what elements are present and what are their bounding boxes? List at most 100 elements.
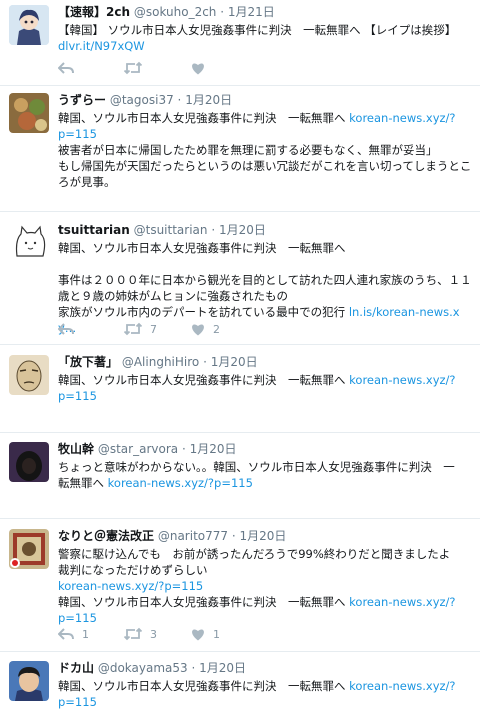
handle[interactable]: @narito777 bbox=[158, 529, 228, 543]
retweet-count: 7 bbox=[150, 322, 157, 336]
avatar[interactable] bbox=[9, 442, 49, 482]
like-icon bbox=[192, 324, 204, 335]
tweet-text-line: 裁判になっただけめずらしい bbox=[58, 563, 208, 577]
tweet-text: 韓国、ソウル市日本人女児強姦事件に判決 一転無罪へ 事件は２０００年に日本から観… bbox=[58, 240, 472, 336]
timestamp[interactable]: 1月20日 bbox=[219, 223, 266, 237]
tweet-text: 警察に駆け込んでも お前が誘ったんだろうで99%終わりだと聞きましたよ 裁判にな… bbox=[58, 546, 472, 626]
avatar[interactable] bbox=[9, 93, 49, 133]
tweet: ドカ山 @dokayama53 · 1月20日 韓国、ソウル市日本人女児強姦事件… bbox=[0, 652, 480, 709]
retweet-button[interactable] bbox=[124, 60, 142, 76]
tweet: うずらー @tagosi37 · 1月20日 韓国、ソウル市日本人女児強姦事件に… bbox=[0, 86, 480, 212]
reply-button[interactable] bbox=[58, 60, 74, 76]
tweet: 牧山幹 @star_arvora · 1月20日 ちょっと意味がわからない。。韓… bbox=[0, 433, 480, 519]
avatar-anime-girl-image bbox=[9, 5, 49, 45]
retweet-button[interactable]: 3 bbox=[124, 626, 157, 642]
tweet-text: 韓国、ソウル市日本人女児強姦事件に判決 一転無罪へ korean-news.xy… bbox=[58, 110, 472, 190]
retweet-count: 3 bbox=[150, 627, 157, 641]
separator-dot: · bbox=[211, 223, 216, 237]
tweet-link[interactable]: korean-news.xyz/? bbox=[349, 111, 455, 125]
tweet-text-line: 韓国、ソウル市日本人女児強姦事件に判決 一転無罪へ bbox=[58, 373, 346, 387]
retweet-button[interactable]: 7 bbox=[124, 321, 157, 337]
tweet-text-line: ちょっと意味がわからない。。韓国、ソウル市日本人女児強姦事件に判決 一 bbox=[58, 460, 455, 474]
timestamp[interactable]: 1月20日 bbox=[185, 93, 232, 107]
tweet-link[interactable]: korean-news.xyz/? bbox=[349, 373, 455, 387]
tweet: なりと＠憲法改正 @narito777 · 1月20日 警察に駆け込んでも お前… bbox=[0, 519, 480, 652]
tweet-header: 「放下著」 @AlinghiHiro · 1月20日 bbox=[58, 354, 472, 370]
reply-icon bbox=[58, 62, 74, 74]
timestamp[interactable]: 1月20日 bbox=[199, 661, 246, 675]
avatar-food-image bbox=[9, 93, 49, 133]
tweet-text-line: もし帰国先が天国だったらというのは悪い冗談だがこれを言い切ってしまうところが見事… bbox=[58, 159, 472, 189]
reply-button[interactable] bbox=[58, 321, 82, 337]
tweet-text: 韓国、ソウル市日本人女児強姦事件に判決 一転無罪へ korean-news.xy… bbox=[58, 678, 472, 710]
separator-dot: · bbox=[177, 93, 182, 107]
avatar[interactable] bbox=[9, 661, 49, 701]
display-name[interactable]: なりと＠憲法改正 bbox=[58, 529, 154, 543]
retweet-icon bbox=[124, 322, 142, 336]
tweet-text-line: 被害者が日本に帰国したため罪を無理に罰する必要もなく、無罪が妥当」 bbox=[58, 143, 438, 157]
separator-dot: · bbox=[191, 661, 196, 675]
avatar-hooded-figure-image bbox=[9, 442, 49, 482]
tweet-header: 牧山幹 @star_arvora · 1月20日 bbox=[58, 441, 472, 457]
display-name[interactable]: 【速報】2ch bbox=[58, 5, 130, 19]
handle[interactable]: @AlinghiHiro bbox=[122, 355, 199, 369]
tweet-link-continued[interactable]: p=115 bbox=[58, 127, 97, 141]
avatar[interactable] bbox=[9, 529, 49, 569]
display-name[interactable]: ドカ山 bbox=[58, 661, 94, 675]
like-icon bbox=[192, 629, 204, 640]
avatar-sketch-face-image bbox=[9, 355, 49, 395]
tweet-text-line: 警察に駆け込んでも お前が誘ったんだろうで99%終わりだと聞きましたよ bbox=[58, 547, 451, 561]
tweet: 「放下著」 @AlinghiHiro · 1月20日 韓国、ソウル市日本人女児強… bbox=[0, 345, 480, 433]
reply-icon bbox=[58, 323, 74, 335]
separator-dot: · bbox=[231, 529, 236, 543]
tweet-text-line: 【韓国】 ソウル市日本人女児強姦事件に判決 一転無罪へ 【レイプは挨拶】 bbox=[58, 23, 457, 37]
handle[interactable]: @star_arvora bbox=[98, 442, 178, 456]
timestamp[interactable]: 1月21日 bbox=[228, 5, 275, 19]
display-name[interactable]: うずらー bbox=[58, 93, 106, 107]
handle[interactable]: @tsuittarian bbox=[134, 223, 208, 237]
tweet-link[interactable]: korean-news.xyz/? bbox=[349, 595, 455, 609]
display-name[interactable]: 牧山幹 bbox=[58, 442, 94, 456]
handle[interactable]: @tagosi37 bbox=[110, 93, 174, 107]
avatar-stamp-image bbox=[9, 529, 49, 569]
avatar[interactable] bbox=[9, 355, 49, 395]
reply-button[interactable]: 1 bbox=[58, 626, 89, 642]
display-name[interactable]: tsuittarian bbox=[58, 223, 130, 237]
display-name[interactable]: 「放下著」 bbox=[58, 355, 118, 369]
tweet-text-line: 韓国、ソウル市日本人女児強姦事件に判決 一転無罪へ bbox=[58, 241, 346, 255]
avatar-cat-drawing-image bbox=[9, 222, 49, 262]
timestamp[interactable]: 1月20日 bbox=[190, 442, 237, 456]
avatar[interactable] bbox=[9, 222, 49, 262]
like-icon bbox=[192, 63, 204, 74]
tweet-link-continued[interactable]: p=115 bbox=[58, 695, 97, 709]
like-button[interactable]: 1 bbox=[191, 626, 220, 642]
like-button[interactable] bbox=[191, 60, 205, 76]
tweet-header: ドカ山 @dokayama53 · 1月20日 bbox=[58, 660, 472, 676]
tweet-header: うずらー @tagosi37 · 1月20日 bbox=[58, 92, 472, 108]
avatar-anime-man-image bbox=[9, 661, 49, 701]
like-button[interactable]: 2 bbox=[191, 321, 220, 337]
handle[interactable]: @sokuho_2ch bbox=[134, 5, 217, 19]
tweet-text-line: 韓国、ソウル市日本人女児強姦事件に判決 一転無罪へ bbox=[58, 679, 346, 693]
tweet-text-line: 転無罪へ bbox=[58, 476, 104, 490]
reply-count: 1 bbox=[82, 627, 89, 641]
tweet-text: 【韓国】 ソウル市日本人女児強姦事件に判決 一転無罪へ 【レイプは挨拶】 dlv… bbox=[58, 22, 472, 54]
tweet-link[interactable]: korean-news.xyz/?p=115 bbox=[58, 579, 203, 593]
tweet-link[interactable]: korean-news.xyz/?p=115 bbox=[108, 476, 253, 490]
reply-icon bbox=[58, 628, 74, 640]
avatar[interactable] bbox=[9, 5, 49, 45]
timestamp[interactable]: 1月20日 bbox=[240, 529, 287, 543]
tweet: 【速報】2ch @sokuho_2ch · 1月21日 【韓国】 ソウル市日本人… bbox=[0, 0, 480, 86]
tweet-text-line: 韓国、ソウル市日本人女児強姦事件に判決 一転無罪へ bbox=[58, 595, 346, 609]
tweet-text-line: 家族がソウル市内のデパートを訪れている最中での犯行 bbox=[58, 305, 346, 319]
separator-dot: · bbox=[220, 5, 225, 19]
tweet-link[interactable]: dlvr.it/N97xQW bbox=[58, 39, 145, 53]
tweet-text: 韓国、ソウル市日本人女児強姦事件に判決 一転無罪へ korean-news.xy… bbox=[58, 372, 472, 404]
tweet-link[interactable]: korean-news.xyz/? bbox=[349, 679, 455, 693]
tweet-text-paragraph: 事件は２０００年に日本から観光を目的として訪れた四人連れ家族のうち、１１歳と９歳… bbox=[58, 273, 472, 303]
tweet-link-continued[interactable]: p=115 bbox=[58, 611, 97, 625]
handle[interactable]: @dokayama53 bbox=[98, 661, 188, 675]
timestamp[interactable]: 1月20日 bbox=[211, 355, 258, 369]
tweet-link-continued[interactable]: p=115 bbox=[58, 389, 97, 403]
separator-dot: · bbox=[203, 355, 207, 369]
